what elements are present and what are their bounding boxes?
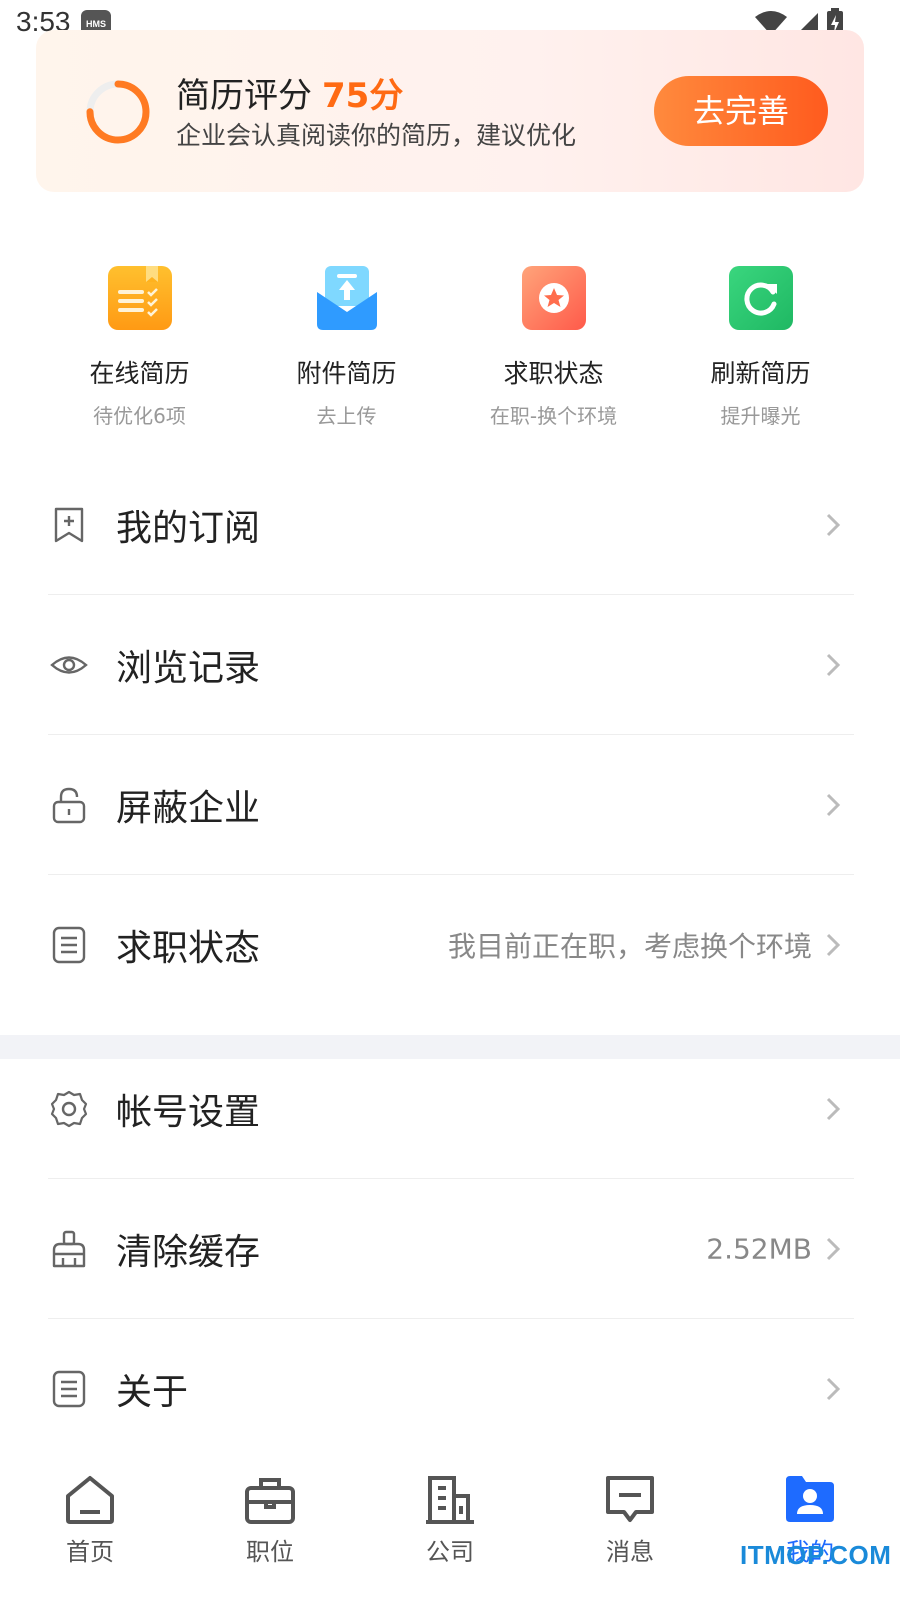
watermark: ITMOP.COM	[740, 1540, 892, 1570]
lock-icon	[52, 787, 86, 824]
menu-item-blocked-companies[interactable]: 屏蔽企业	[0, 735, 900, 875]
score-progress-ring	[86, 80, 150, 144]
online-resume-icon	[107, 266, 172, 330]
nav-tab-companies[interactable]: 公司	[360, 1460, 540, 1600]
attachment-upload-icon	[315, 266, 379, 330]
quick-action-sub: 提升曝光	[720, 404, 801, 428]
quick-action-online-resume[interactable]: 在线简历 待优化6项	[36, 266, 243, 436]
nav-tab-label: 首页	[66, 1538, 114, 1566]
quick-action-refresh-resume[interactable]: 刷新简历 提升曝光	[657, 266, 864, 436]
chevron-right-icon	[826, 513, 841, 537]
nav-tab-label: 消息	[606, 1538, 654, 1566]
menu-item-account-settings[interactable]: 帐号设置	[0, 1039, 900, 1179]
gear-icon	[50, 1090, 88, 1128]
quick-action-label: 在线简历	[89, 359, 190, 388]
score-title: 简历评分 75分	[176, 68, 403, 117]
bottom-navigation: 首页 职位 公司 消息 我的	[0, 1460, 900, 1600]
bookmark-icon	[54, 507, 84, 543]
quick-action-sub: 在职-换个环境	[489, 404, 618, 428]
menu-item-label: 帐号设置	[116, 1092, 261, 1133]
nav-tab-home[interactable]: 首页	[0, 1460, 180, 1600]
quick-action-sub: 待优化6项	[93, 404, 186, 428]
menu-item-value: 我目前正在职，考虑换个环境	[447, 930, 812, 963]
document-icon	[52, 1370, 86, 1408]
chevron-right-icon	[826, 933, 841, 957]
refresh-icon	[728, 266, 793, 330]
menu-item-label: 屏蔽企业	[116, 788, 261, 829]
star-status-icon	[521, 266, 586, 330]
score-subtitle: 企业会认真阅读你的简历，建议优化	[176, 121, 577, 150]
quick-action-job-status[interactable]: 求职状态 在职-换个环境	[450, 266, 657, 436]
menu-item-job-status[interactable]: 求职状态 我目前正在职，考虑换个环境	[0, 875, 900, 1015]
briefcase-icon	[245, 1478, 295, 1524]
chevron-right-icon	[826, 1097, 841, 1121]
menu-item-label: 清除缓存	[116, 1232, 261, 1273]
quick-action-label: 附件简历	[296, 359, 397, 388]
document-icon	[52, 926, 86, 964]
menu-item-label: 求职状态	[116, 928, 261, 969]
eye-icon	[50, 656, 88, 674]
score-value: 75分	[322, 76, 404, 116]
broom-icon	[52, 1230, 86, 1268]
improve-resume-button[interactable]: 去完善	[654, 76, 828, 146]
score-title-label: 简历评分	[176, 76, 312, 116]
menu-item-clear-cache[interactable]: 清除缓存 2.52MB	[0, 1179, 900, 1319]
quick-action-label: 刷新简历	[710, 359, 811, 388]
cache-size-value: 2.52MB	[706, 1232, 812, 1266]
message-icon	[606, 1476, 654, 1522]
quick-action-label: 求职状态	[503, 359, 604, 388]
nav-tab-messages[interactable]: 消息	[540, 1460, 720, 1600]
profile-icon	[786, 1476, 834, 1522]
menu-item-label: 关于	[116, 1372, 189, 1413]
home-icon	[66, 1476, 114, 1524]
nav-tab-profile[interactable]: 我的	[720, 1460, 900, 1600]
nav-tab-jobs[interactable]: 职位	[180, 1460, 360, 1600]
quick-actions: 在线简历 待优化6项 附件简历 去上传 求职状态 在职-换个环境 刷新简历 提升…	[36, 266, 864, 436]
resume-score-card[interactable]: 简历评分 75分 企业会认真阅读你的简历，建议优化 去完善	[36, 30, 864, 192]
menu-item-subscriptions[interactable]: 我的订阅	[0, 455, 900, 595]
nav-tab-label: 公司	[426, 1538, 474, 1566]
quick-action-sub: 去上传	[316, 404, 377, 428]
menu-item-browse-history[interactable]: 浏览记录	[0, 595, 900, 735]
chevron-right-icon	[826, 793, 841, 817]
chevron-right-icon	[826, 1237, 841, 1261]
menu-item-label: 我的订阅	[116, 508, 261, 549]
building-icon	[426, 1476, 474, 1524]
menu-item-label: 浏览记录	[116, 648, 261, 689]
quick-action-attachment-resume[interactable]: 附件简历 去上传	[243, 266, 450, 436]
nav-tab-label: 职位	[246, 1538, 294, 1566]
chevron-right-icon	[826, 1377, 841, 1401]
chevron-right-icon	[826, 653, 841, 677]
menu-item-about[interactable]: 关于	[0, 1319, 900, 1459]
